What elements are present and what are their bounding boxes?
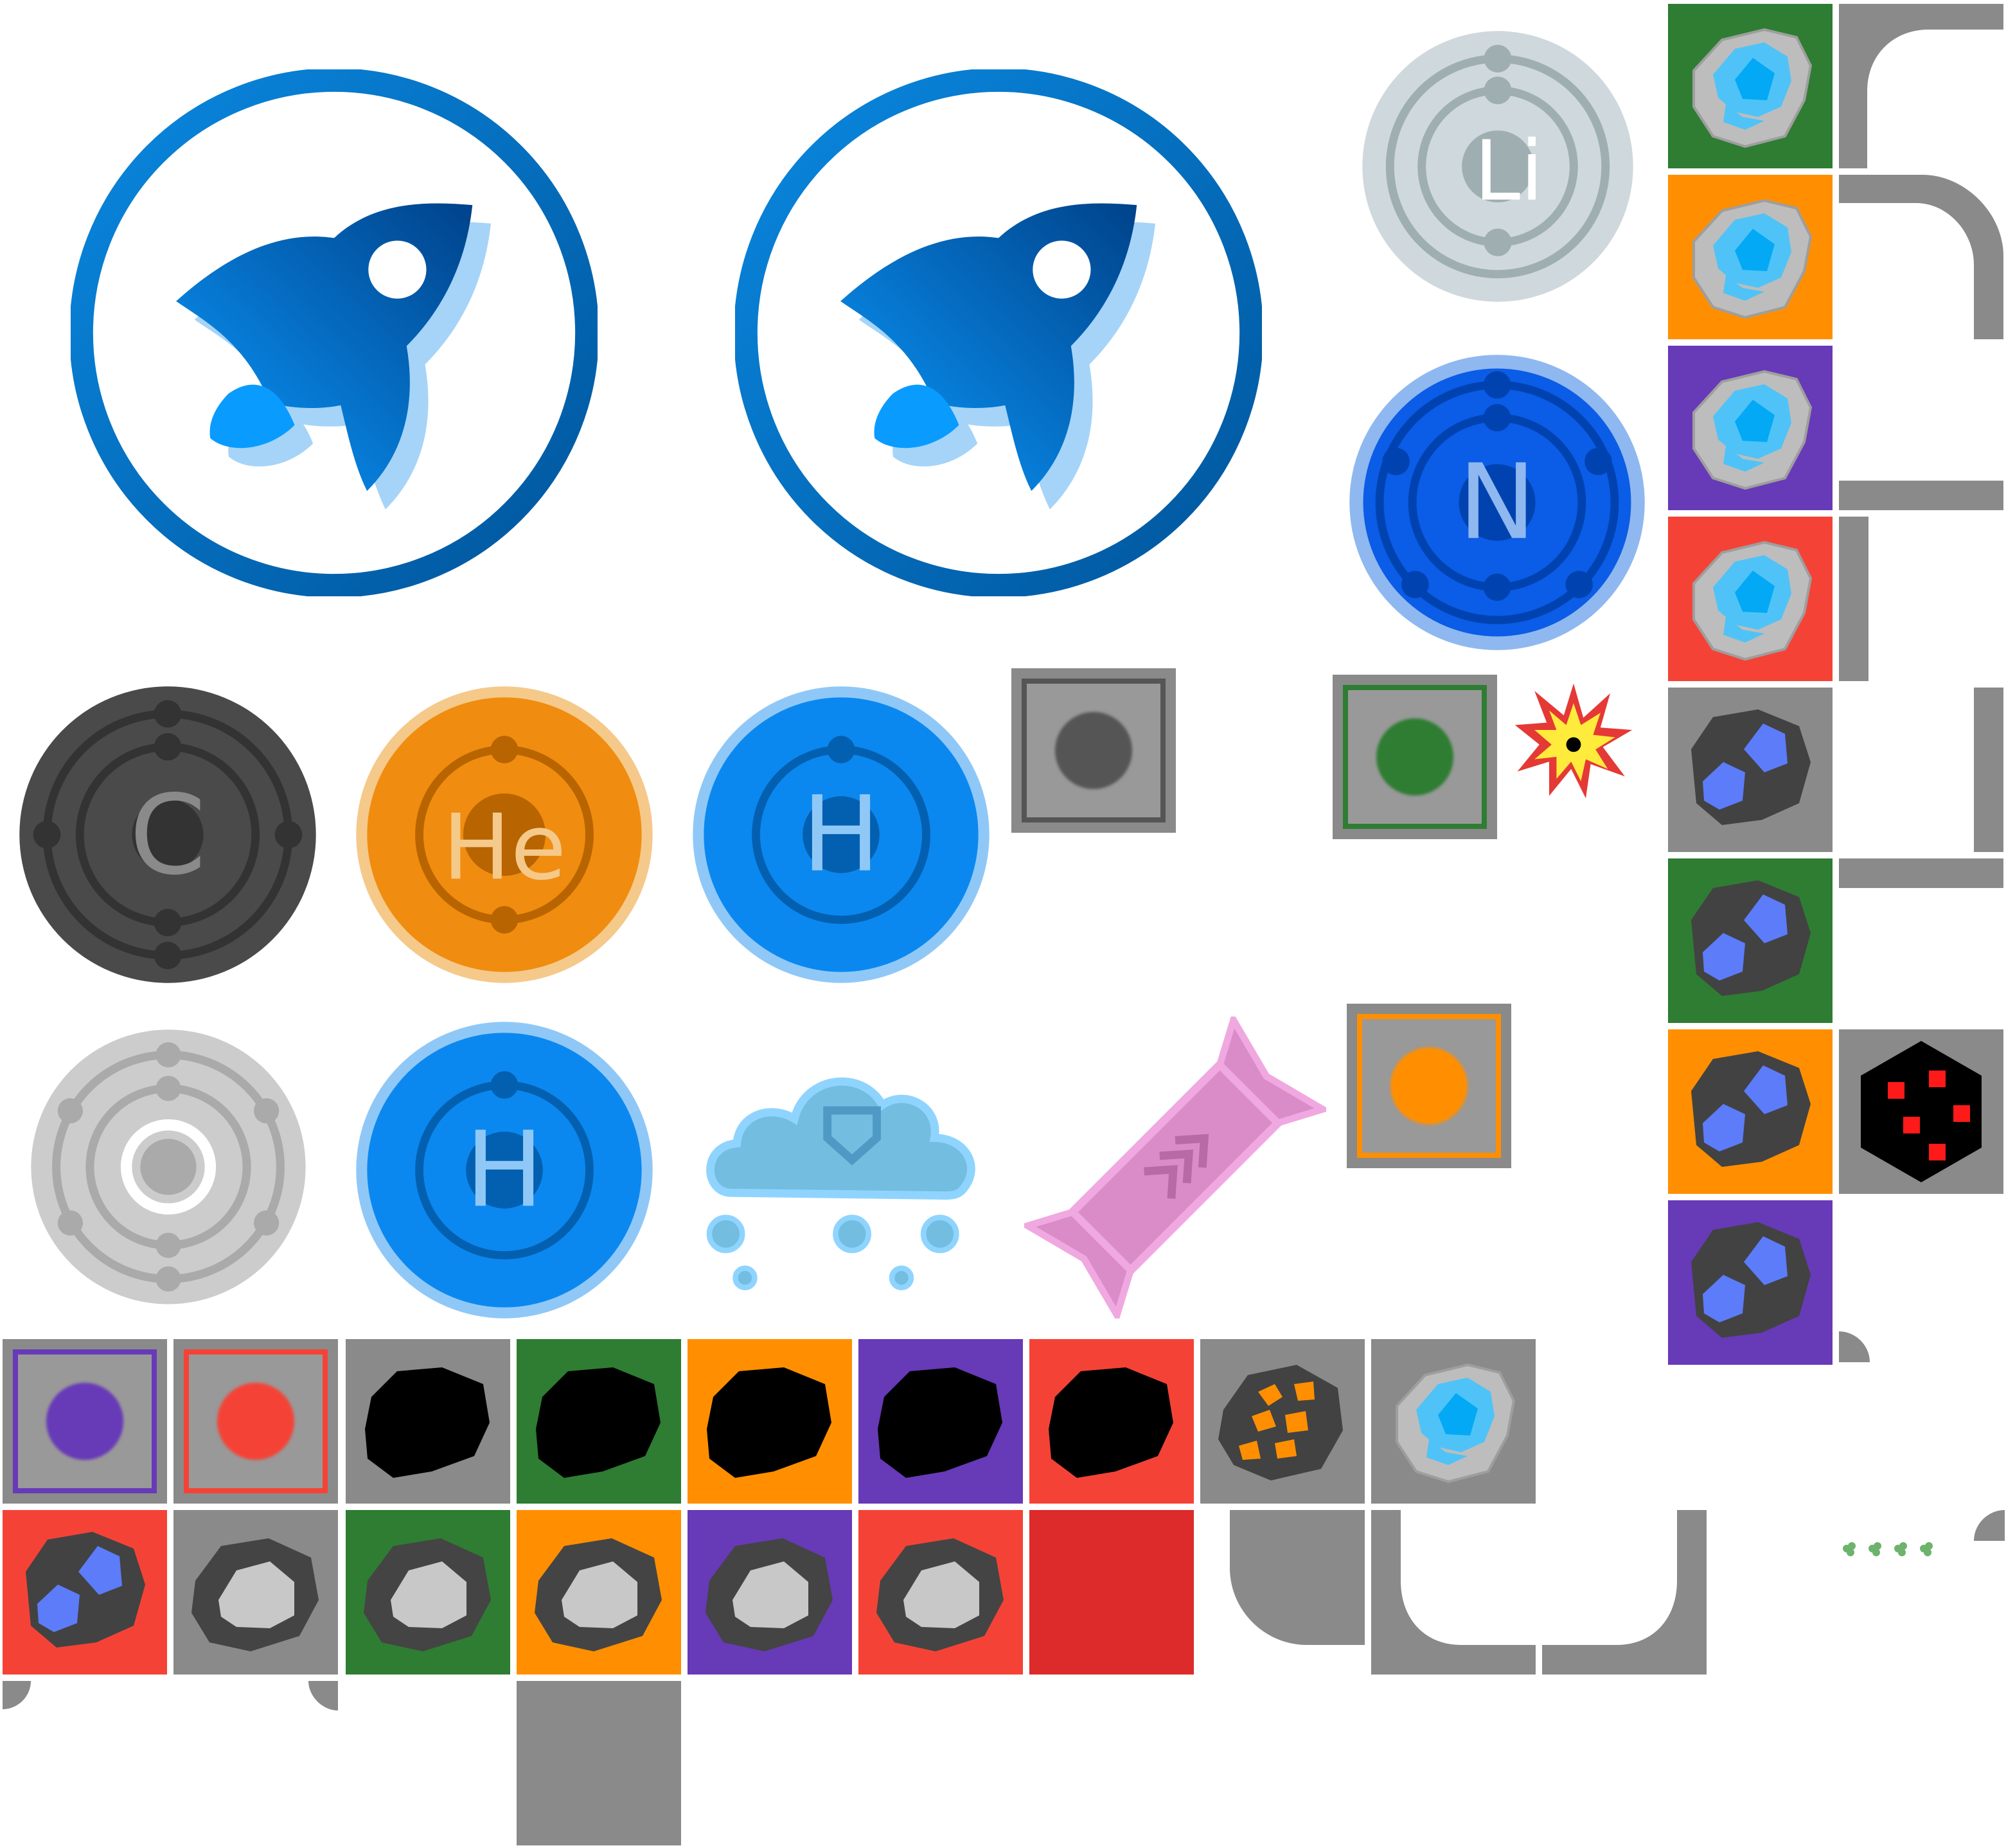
blue-ore-tile-grey xyxy=(1668,688,1833,852)
oxygen-element-icon xyxy=(31,1029,306,1304)
explosion-icon xyxy=(1514,683,1633,799)
lithium-element-icon: Li xyxy=(1362,31,1633,302)
coal-tile-red xyxy=(1029,1339,1194,1504)
hexagon-dice-icon xyxy=(1861,1041,1982,1182)
pad-tile-red xyxy=(173,1339,338,1504)
clover-particle-icon xyxy=(1843,1542,1933,1556)
snow-cloud-icon xyxy=(706,1077,975,1290)
carbon-element-icon: C xyxy=(19,686,316,983)
stone-tile-green xyxy=(346,1510,510,1675)
pad-tile-purple xyxy=(3,1339,167,1504)
blue-ore-tile-purple xyxy=(1668,1200,1833,1365)
road-corner-piece xyxy=(1839,1331,1870,1362)
ice-ore-tile-grey xyxy=(1371,1339,1536,1504)
coal-tile-orange xyxy=(688,1339,852,1504)
solid-grey-tile xyxy=(517,1681,681,1845)
element-glyph: Li xyxy=(1474,123,1543,220)
rocket-icon xyxy=(735,69,1262,596)
road-edge-piece xyxy=(1839,517,1868,681)
blue-ore-tile-orange xyxy=(1668,1029,1833,1194)
road-u-piece xyxy=(1371,1510,1536,1675)
road-edge-piece xyxy=(1839,481,2003,510)
road-edge-piece xyxy=(1974,688,2003,852)
solid-red-tile xyxy=(1029,1510,1194,1675)
candy-icon xyxy=(1024,1017,1326,1319)
road-corner-piece xyxy=(3,1681,31,1709)
stone-tile-grey xyxy=(173,1510,338,1675)
hydrogen-element-icon: H xyxy=(356,1022,653,1319)
blue-ore-tile-green xyxy=(1668,858,1833,1023)
coal-tile-grey xyxy=(346,1339,510,1504)
road-corner-piece xyxy=(308,1681,338,1710)
ice-ore-tile-purple xyxy=(1668,346,1833,510)
stone-tile-orange xyxy=(517,1510,681,1675)
road-edge-piece xyxy=(1839,858,2003,888)
ice-ore-tile-green xyxy=(1668,4,1833,168)
nitrogen-element-icon: N xyxy=(1349,355,1645,650)
coal-tile-purple xyxy=(858,1339,1023,1504)
road-u-piece xyxy=(1542,1510,1707,1675)
road-curve-piece xyxy=(1839,175,2003,339)
pad-tile-green xyxy=(1333,675,1497,839)
blue-ore-tile-red xyxy=(3,1510,167,1675)
hexagon-tile xyxy=(1839,1029,2003,1194)
rocket-icon xyxy=(71,69,598,596)
road-curve-piece xyxy=(1839,4,2003,168)
coal-tile-green xyxy=(517,1339,681,1504)
helium-element-icon: He xyxy=(356,686,653,983)
ice-ore-tile-red xyxy=(1668,517,1833,681)
pad-tile-grey xyxy=(1011,668,1176,833)
pad-tile-orange xyxy=(1347,1004,1511,1168)
element-glyph: He xyxy=(443,795,567,900)
copper-ore-tile-grey xyxy=(1200,1339,1365,1504)
hydrogen-element-icon: H xyxy=(693,686,990,983)
stone-tile-red xyxy=(858,1510,1023,1675)
element-glyph: H xyxy=(802,774,880,896)
road-curve-piece xyxy=(1230,1510,1365,1645)
road-corner-piece xyxy=(1974,1510,2005,1541)
ice-ore-tile-orange xyxy=(1668,175,1833,339)
element-glyph: H xyxy=(465,1110,544,1231)
element-glyph: N xyxy=(1459,442,1536,563)
element-glyph: C xyxy=(129,772,206,900)
stone-tile-purple xyxy=(688,1510,852,1675)
